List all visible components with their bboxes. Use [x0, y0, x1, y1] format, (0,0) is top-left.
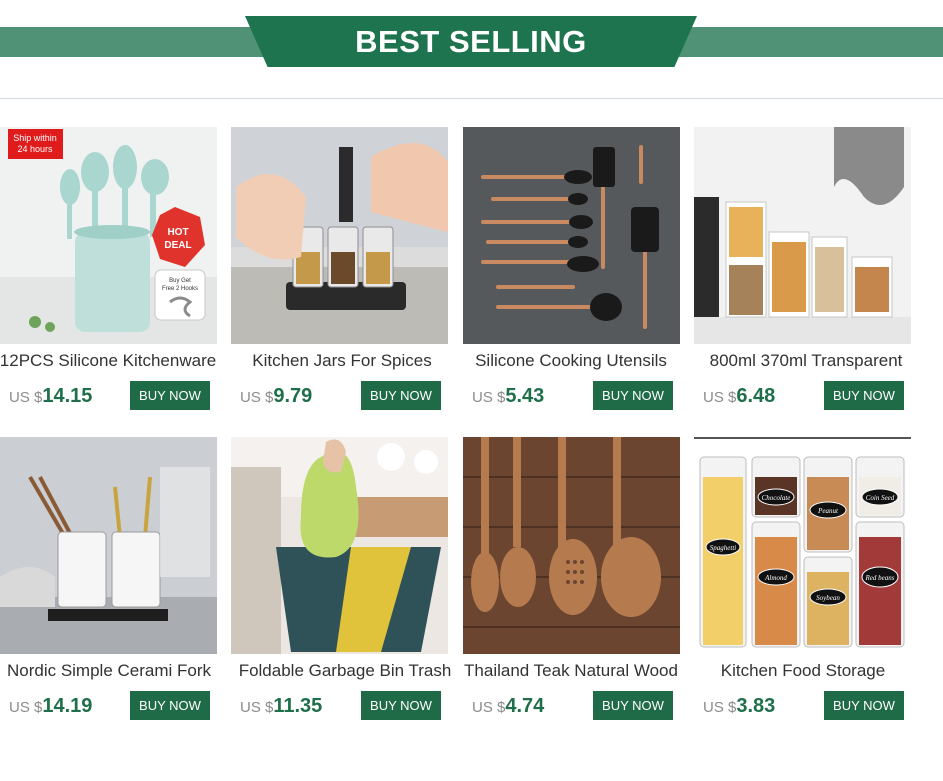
product-name[interactable]: Nordic Simple Cerami Fork [0, 660, 225, 682]
buy-now-button[interactable]: BUY NOW [824, 381, 904, 410]
currency-label: US $ [703, 699, 737, 716]
product-image-7[interactable] [463, 437, 680, 654]
buy-now-button[interactable]: BUY NOW [593, 691, 673, 720]
product-price: US $5.43 [472, 383, 544, 409]
section-title: BEST SELLING [355, 24, 587, 59]
product-price: US $14.15 [9, 383, 92, 409]
ship-badge-line-1: Ship within [13, 133, 57, 143]
product-card-1[interactable]: Ship within 24 hours HOT DEAL Buy Get Fr… [0, 127, 232, 427]
price-amount: 5.43 [505, 385, 545, 407]
buy-now-button[interactable]: BUY NOW [130, 381, 210, 410]
svg-text:Spaghetti: Spaghetti [710, 544, 736, 552]
buy-now-button[interactable]: BUY NOW [130, 691, 210, 720]
currency-label: US $ [240, 389, 274, 406]
svg-text:Buy Get: Buy Get [169, 278, 191, 284]
buy-now-button[interactable]: BUY NOW [361, 691, 441, 720]
buy-now-button[interactable]: BUY NOW [361, 381, 441, 410]
section-divider [0, 98, 943, 99]
buy-now-button[interactable]: BUY NOW [824, 691, 904, 720]
product-card-3[interactable]: Silicone Cooking Utensils US $5.43 BUY N… [463, 127, 695, 427]
product-image-4[interactable] [694, 127, 911, 344]
product-image-1[interactable]: Ship within 24 hours HOT DEAL Buy Get Fr… [0, 127, 217, 344]
currency-label: US $ [703, 389, 737, 406]
svg-text:Coin Seed: Coin Seed [866, 494, 895, 502]
product-price: US $9.79 [240, 383, 312, 409]
product-name[interactable]: Thailand Teak Natural Wood [455, 660, 687, 682]
price-amount: 9.79 [273, 385, 313, 407]
svg-text:Peanut: Peanut [817, 507, 839, 515]
product-name[interactable]: 12PCS Silicone Kitchenware [0, 350, 224, 372]
product-image-2[interactable] [231, 127, 448, 344]
currency-label: US $ [9, 389, 43, 406]
product-image-8[interactable]: Spaghetti Chocolate Peanut Coin Seed Alm… [694, 437, 911, 654]
product-price: US $11.35 [240, 693, 322, 719]
product-name[interactable]: Silicone Cooking Utensils [455, 350, 687, 372]
product-card-4[interactable]: 800ml 370ml Transparent US $6.48 BUY NOW [694, 127, 926, 427]
buy-now-button[interactable]: BUY NOW [593, 381, 673, 410]
svg-text:Free 2 Hooks: Free 2 Hooks [162, 286, 198, 292]
product-price: US $6.48 [703, 383, 775, 409]
svg-text:Almond: Almond [764, 574, 787, 582]
svg-text:Red beans: Red beans [865, 574, 895, 582]
product-image-5[interactable] [0, 437, 217, 654]
svg-text:HOT: HOT [167, 227, 188, 238]
currency-label: US $ [9, 699, 43, 716]
product-name[interactable]: Kitchen Jars For Spices [226, 350, 458, 372]
product-card-8[interactable]: Spaghetti Chocolate Peanut Coin Seed Alm… [694, 437, 926, 737]
currency-label: US $ [472, 699, 506, 716]
product-card-6[interactable]: Foldable Garbage Bin Trash US $11.35 BUY… [231, 437, 463, 737]
svg-text:Chocolate: Chocolate [762, 494, 791, 502]
price-amount: 4.74 [505, 695, 545, 717]
product-image-6[interactable] [231, 437, 448, 654]
price-amount: 14.15 [42, 385, 93, 407]
currency-label: US $ [240, 699, 274, 716]
product-image-3[interactable] [463, 127, 680, 344]
price-amount: 14.19 [42, 695, 93, 717]
product-price: US $14.19 [9, 693, 92, 719]
product-name[interactable]: Kitchen Food Storage [687, 660, 919, 682]
product-price: US $4.74 [472, 693, 544, 719]
product-card-7[interactable]: Thailand Teak Natural Wood US $4.74 BUY … [463, 437, 695, 737]
price-amount: 11.35 [273, 695, 323, 717]
product-name[interactable]: 800ml 370ml Transparent [690, 350, 922, 372]
product-price: US $3.83 [703, 693, 775, 719]
svg-text:DEAL: DEAL [164, 240, 191, 251]
price-amount: 3.83 [736, 695, 776, 717]
currency-label: US $ [472, 389, 506, 406]
price-amount: 6.48 [736, 385, 776, 407]
product-card-2[interactable]: Kitchen Jars For Spices US $9.79 BUY NOW [231, 127, 463, 427]
product-name[interactable]: Foldable Garbage Bin Trash [229, 660, 461, 682]
best-selling-banner: BEST SELLING [0, 0, 943, 100]
svg-text:Soybean: Soybean [816, 594, 840, 602]
ship-badge-line-2: 24 hours [17, 144, 53, 154]
product-card-5[interactable]: Nordic Simple Cerami Fork US $14.19 BUY … [0, 437, 232, 737]
